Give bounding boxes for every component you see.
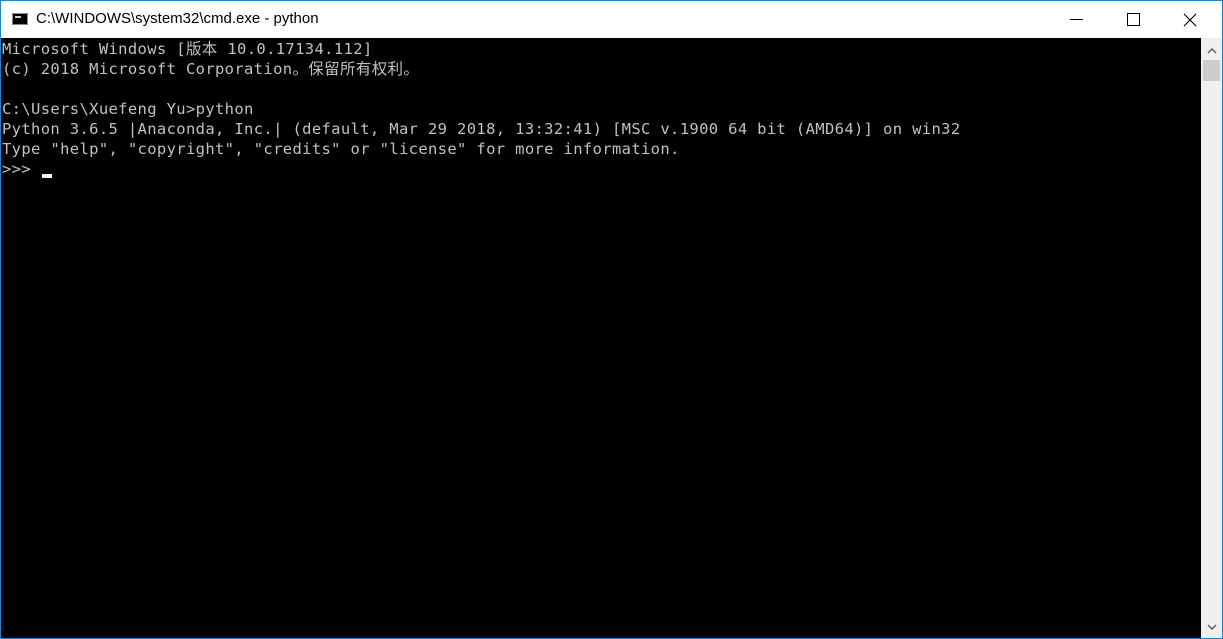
maximize-icon — [1126, 13, 1140, 26]
maximize-button[interactable] — [1110, 1, 1156, 38]
console-output[interactable]: Microsoft Windows [版本 10.0.17134.112] (c… — [1, 38, 1201, 638]
console-line: C:\Users\Xuefeng Yu>python — [2, 100, 254, 118]
close-button[interactable] — [1167, 1, 1213, 38]
scroll-up-button[interactable] — [1201, 42, 1222, 59]
window-title: C:\WINDOWS\system32\cmd.exe - python — [36, 10, 319, 27]
chevron-down-icon — [1206, 623, 1217, 630]
minimize-button[interactable] — [1053, 1, 1099, 38]
cmd-app-icon[interactable] — [12, 13, 28, 25]
console-line: Type "help", "copyright", "credits" or "… — [2, 140, 680, 158]
chevron-up-icon — [1206, 47, 1217, 54]
text-cursor — [42, 174, 52, 178]
title-bar[interactable]: C:\WINDOWS\system32\cmd.exe - python — [1, 1, 1222, 38]
console-line: Microsoft Windows [版本 10.0.17134.112] — [2, 40, 373, 58]
cmd-window: C:\WINDOWS\system32\cmd.exe - python Mic… — [0, 0, 1223, 639]
minimize-icon — [1069, 19, 1083, 20]
vertical-scrollbar[interactable] — [1201, 38, 1222, 638]
scrollbar-thumb[interactable] — [1203, 60, 1220, 81]
close-icon — [1183, 13, 1197, 26]
console-line: Python 3.6.5 |Anaconda, Inc.| (default, … — [2, 120, 961, 138]
scroll-down-button[interactable] — [1201, 618, 1222, 635]
console-line: (c) 2018 Microsoft Corporation。保留所有权利。 — [2, 60, 420, 78]
python-prompt: >>> — [2, 160, 41, 178]
